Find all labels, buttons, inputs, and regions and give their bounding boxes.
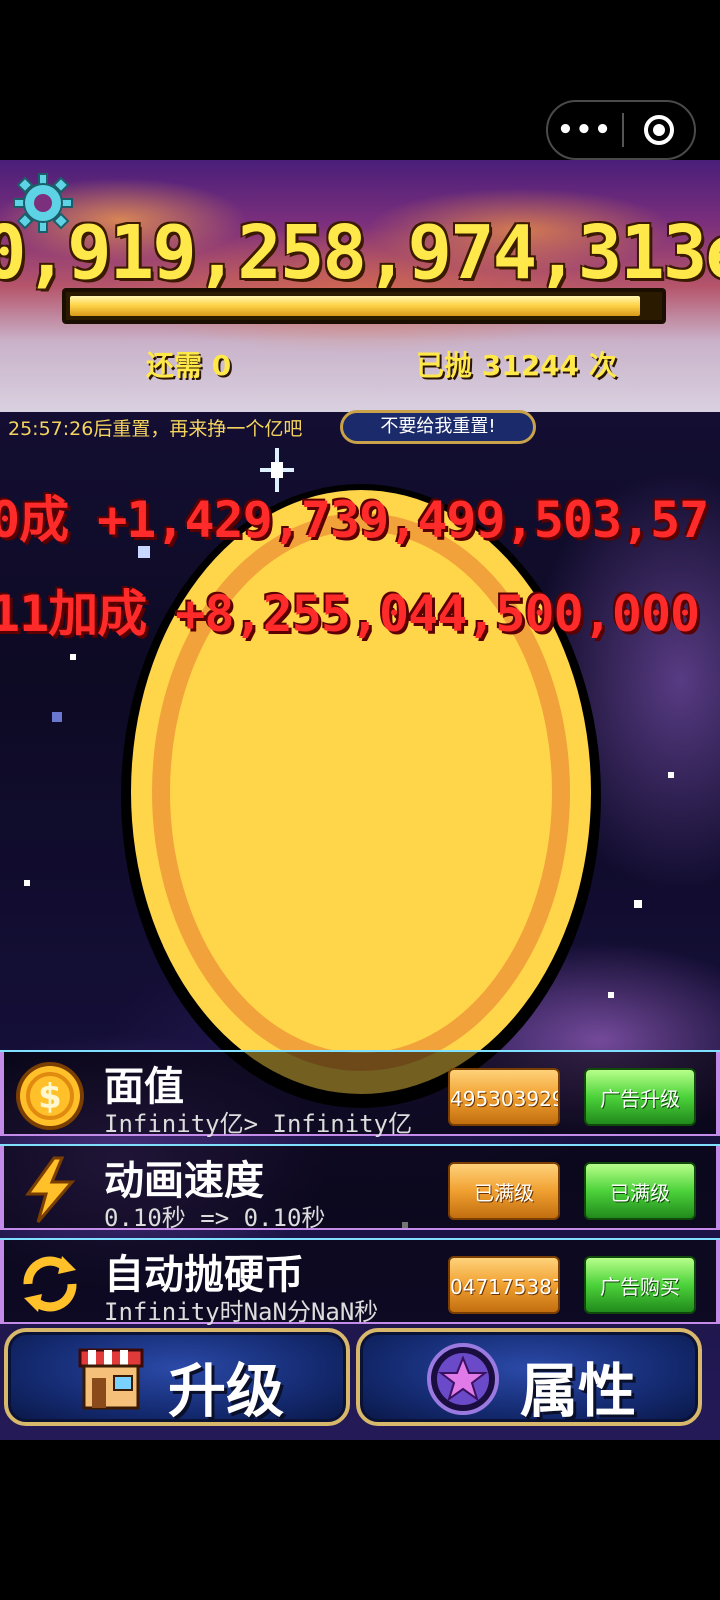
upgrade-subtitle: 0.10秒 => 0.10秒 <box>104 1204 326 1232</box>
star <box>52 712 62 722</box>
target-circle-icon[interactable] <box>624 115 694 145</box>
progress-fill <box>70 296 641 316</box>
star <box>668 772 674 778</box>
lightning-icon <box>25 1156 76 1223</box>
refresh-cycle-icon <box>23 1256 77 1312</box>
star <box>70 654 76 660</box>
shop-icon <box>78 1348 144 1410</box>
coin-total: 0,919,258,974,313e+ <box>0 210 720 296</box>
maxed-level-button[interactable]: 已满级 <box>448 1162 560 1220</box>
reset-countdown: 25:57:26后重置，再来挣一个亿吧 <box>8 418 303 440</box>
star <box>24 880 30 886</box>
price-button[interactable]: 0471753878 <box>448 1256 560 1314</box>
attributes-tab-label: 属性 <box>520 1357 637 1425</box>
upgrade-row-animation-speed: 动画速度 0.10秒 => 0.10秒 已满级 已满级 <box>0 1144 720 1232</box>
svg-text:$: $ <box>38 1077 62 1117</box>
price-button[interactable]: 495303929 <box>448 1068 560 1126</box>
upgrade-subtitle: Infinity亿> Infinity亿 <box>104 1110 413 1138</box>
upgrade-tab-label: 升级 <box>168 1357 285 1425</box>
star <box>608 992 614 998</box>
upgrade-subtitle: Infinity时NaN分NaN秒 <box>104 1298 379 1326</box>
star-badge-icon <box>427 1343 499 1415</box>
maxed-level-ad-button[interactable]: 已满级 <box>584 1162 696 1220</box>
mini-program-capsule: ••• <box>546 100 696 160</box>
dollar-coin-icon: $ <box>16 1062 84 1130</box>
upgrade-row-auto-flip: 自动抛硬币 Infinity时NaN分NaN秒 0471753878 广告购买 <box>0 1238 720 1326</box>
bonus-line-1: 0成 +1,429,739,499,503,57 <box>0 491 709 549</box>
still-need-label: 还需 0 <box>146 349 232 382</box>
progress-bar <box>62 288 666 324</box>
top-banner: 0,919,258,974,313e+ 还需 0 已抛 31244 次 <box>0 160 720 412</box>
no-reset-button[interactable]: 不要给我重置! <box>340 410 536 444</box>
upgrade-tab-button[interactable]: 升级 <box>4 1328 350 1426</box>
more-dots-icon[interactable]: ••• <box>548 100 622 160</box>
upgrade-row-face-value: $ 面值 Infinity亿> Infinity亿 495303929 广告升级 <box>0 1050 720 1138</box>
game-area: 0,919,258,974,313e+ 还需 0 已抛 31244 次 25:5… <box>0 160 720 1440</box>
bonus-line-2: 11加成 +8,255,044,500,000 <box>0 585 700 643</box>
ad-upgrade-button[interactable]: 广告升级 <box>584 1068 696 1126</box>
ad-purchase-button[interactable]: 广告购买 <box>584 1256 696 1314</box>
star <box>634 900 642 908</box>
thrown-count-label: 已抛 31244 次 <box>416 349 617 382</box>
attributes-tab-button[interactable]: 属性 <box>356 1328 702 1426</box>
